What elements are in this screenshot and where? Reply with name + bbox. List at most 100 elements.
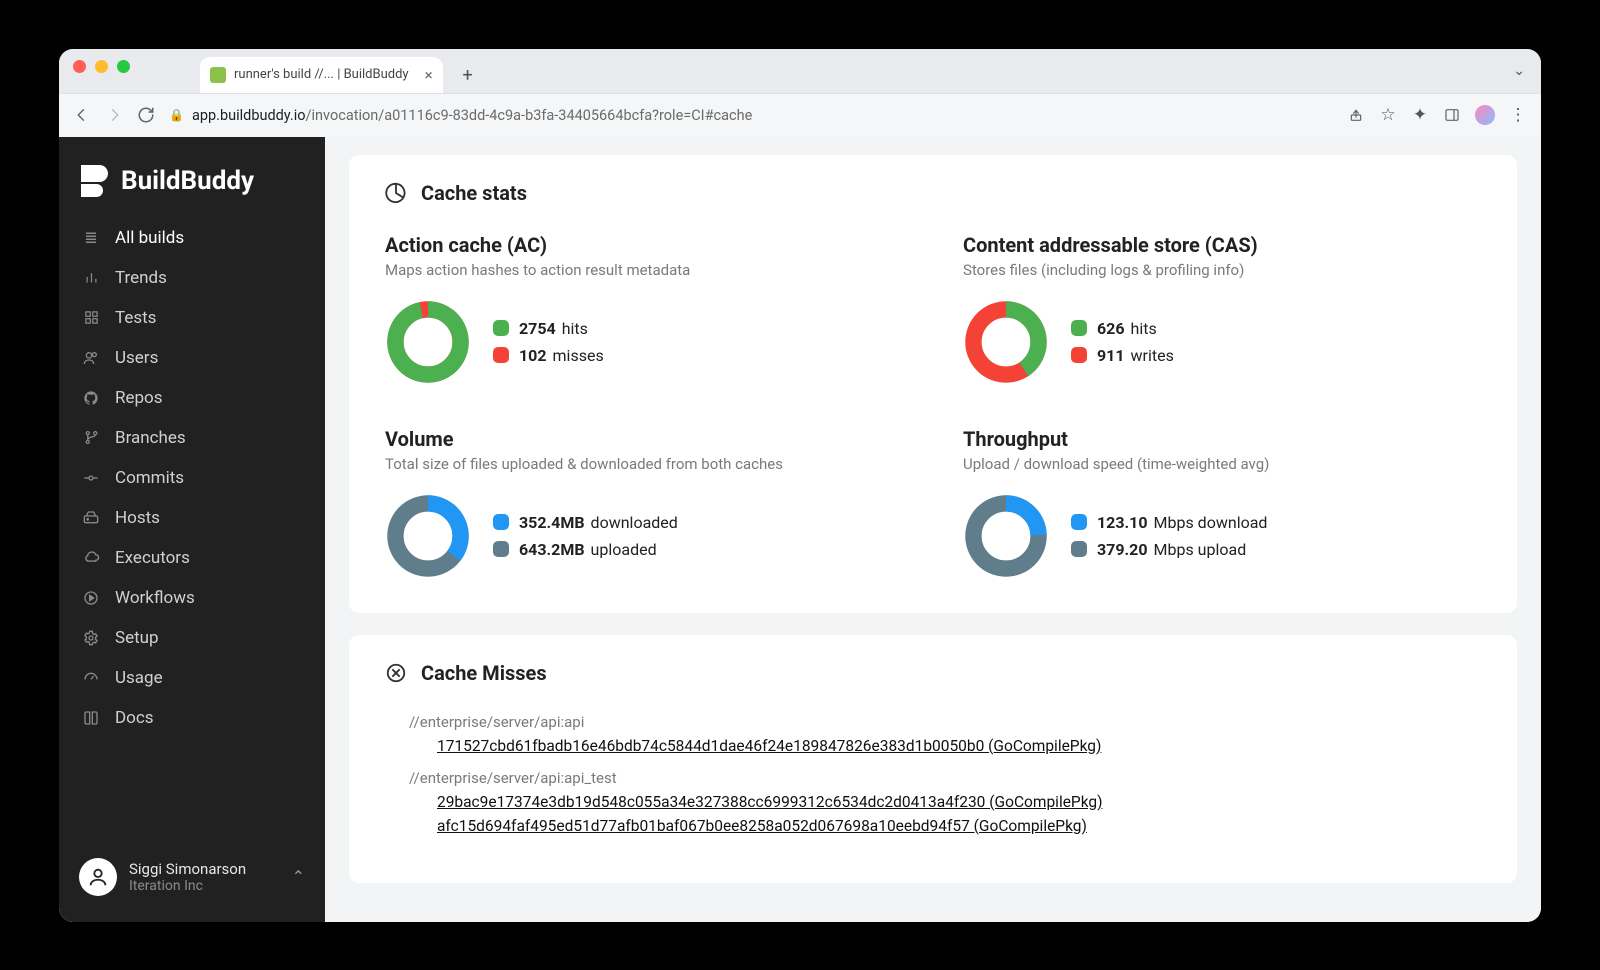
miss-group: //enterprise/server/api:api 171527cbd61f… (385, 713, 1481, 755)
browser-tab[interactable]: runner's build //... | BuildBuddy × (200, 57, 443, 93)
user-avatar-icon (79, 858, 117, 896)
hard-drive-icon (81, 510, 101, 526)
user-name: Siggi Simonarson (129, 860, 246, 878)
stat-volume: Volume Total size of files uploaded & do… (385, 427, 903, 579)
browser-toolbar: 🔒 app.buildbuddy.io/invocation/a01116c9-… (59, 93, 1541, 137)
sidebar-item-executors[interactable]: Executors (67, 539, 317, 577)
cache-miss-link[interactable]: 171527cbd61fbadb16e46bdb74c5844d1dae46f2… (437, 737, 1481, 755)
swatch-icon (493, 347, 509, 363)
reload-button[interactable] (137, 106, 155, 124)
legend-uploaded: 643.2MB uploaded (493, 540, 678, 559)
legend-hits: 626 hits (1071, 319, 1174, 338)
legend-download: 123.10 Mbps download (1071, 513, 1267, 532)
brand-logo[interactable]: BuildBuddy (59, 151, 325, 219)
forward-button[interactable] (105, 106, 123, 124)
miss-target-path: //enterprise/server/api:api_test (409, 769, 1481, 787)
stat-subtitle: Total size of files uploaded & downloade… (385, 455, 903, 473)
url-bar[interactable]: 🔒 app.buildbuddy.io/invocation/a01116c9-… (169, 107, 1333, 124)
book-icon (81, 710, 101, 726)
legend-writes: 911 writes (1071, 346, 1174, 365)
stat-title: Volume (385, 427, 903, 451)
commit-icon (81, 470, 101, 486)
sidebar-item-users[interactable]: Users (67, 339, 317, 377)
sidebar-item-label: Docs (115, 708, 154, 728)
new-tab-button[interactable]: + (453, 61, 483, 91)
side-panel-icon[interactable] (1443, 106, 1461, 124)
sidebar-item-tests[interactable]: Tests (67, 299, 317, 337)
sidebar-item-setup[interactable]: Setup (67, 619, 317, 657)
donut-chart (385, 299, 471, 385)
app: BuildBuddy ≣ All builds Trends Tests User… (59, 137, 1541, 922)
maximize-window-button[interactable] (117, 60, 130, 73)
cloud-icon (81, 549, 101, 566)
sidebar-item-workflows[interactable]: Workflows (67, 579, 317, 617)
users-icon (81, 350, 101, 366)
extensions-icon[interactable]: ✦ (1411, 106, 1429, 124)
sidebar-item-label: All builds (115, 228, 184, 248)
close-window-button[interactable] (73, 60, 86, 73)
tab-strip: runner's build //... | BuildBuddy × + ⌄ (59, 49, 1541, 93)
sidebar-item-commits[interactable]: Commits (67, 459, 317, 497)
sidebar: BuildBuddy ≣ All builds Trends Tests User… (59, 137, 325, 922)
stat-subtitle: Maps action hashes to action result meta… (385, 261, 903, 279)
grid-icon (81, 310, 101, 325)
stat-action-cache: Action cache (AC) Maps action hashes to … (385, 233, 903, 385)
sidebar-item-label: Repos (115, 388, 163, 408)
stat-cas: Content addressable store (CAS) Stores f… (963, 233, 1481, 385)
url-path: /invocation/a01116c9-83dd-4c9a-b3fa-3440… (306, 107, 753, 124)
legend-misses: 102 misses (493, 346, 604, 365)
share-icon[interactable] (1347, 106, 1365, 124)
sidebar-item-trends[interactable]: Trends (67, 259, 317, 297)
swatch-icon (1071, 514, 1087, 530)
branch-icon (81, 430, 101, 445)
cache-stats-card: Cache stats Action cache (AC) Maps actio… (349, 155, 1517, 613)
kebab-menu-icon[interactable]: ⋮ (1509, 106, 1527, 124)
stat-throughput: Throughput Upload / download speed (time… (963, 427, 1481, 579)
swatch-icon (493, 541, 509, 557)
donut-chart (385, 493, 471, 579)
cache-miss-link[interactable]: afc15d694faf495ed51d77afb01baf067b0ee825… (437, 817, 1481, 835)
sidebar-item-label: Hosts (115, 508, 160, 528)
sidebar-item-repos[interactable]: Repos (67, 379, 317, 417)
card-title: Cache Misses (421, 661, 547, 685)
stat-title: Action cache (AC) (385, 233, 903, 257)
card-title: Cache stats (421, 181, 527, 205)
sidebar-item-usage[interactable]: Usage (67, 659, 317, 697)
sidebar-item-all-builds[interactable]: ≣ All builds (67, 219, 317, 257)
bar-chart-icon (81, 270, 101, 285)
sidebar-item-label: Branches (115, 428, 186, 448)
bookmark-icon[interactable]: ☆ (1379, 106, 1397, 124)
sidebar-item-docs[interactable]: Docs (67, 699, 317, 737)
url-host: app.buildbuddy.io (192, 107, 306, 124)
stat-subtitle: Stores files (including logs & profiling… (963, 261, 1481, 279)
favicon-icon (210, 67, 226, 83)
minimize-window-button[interactable] (95, 60, 108, 73)
sidebar-item-label: Workflows (115, 588, 195, 608)
sidebar-item-hosts[interactable]: Hosts (67, 499, 317, 537)
brand-text: BuildBuddy (121, 166, 254, 196)
miss-group: //enterprise/server/api:api_test 29bac9e… (385, 769, 1481, 835)
gauge-icon (81, 670, 101, 686)
cache-misses-card: Cache Misses //enterprise/server/api:api… (349, 635, 1517, 883)
x-circle-icon (385, 662, 407, 684)
list-icon: ≣ (81, 228, 101, 247)
swatch-icon (493, 514, 509, 530)
tab-close-icon[interactable]: × (425, 66, 433, 84)
sidebar-item-label: Users (115, 348, 158, 368)
profile-avatar-icon[interactable] (1475, 105, 1495, 125)
sidebar-item-label: Setup (115, 628, 159, 648)
sidebar-item-label: Executors (115, 548, 190, 568)
github-icon (81, 390, 101, 406)
play-circle-icon (81, 590, 101, 606)
stat-subtitle: Upload / download speed (time-weighted a… (963, 455, 1481, 473)
back-button[interactable] (73, 106, 91, 124)
sidebar-user[interactable]: Siggi Simonarson Iteration Inc ⌃ (59, 842, 325, 912)
cache-miss-link[interactable]: 29bac9e17374e3db19d548c055a34e327388cc69… (437, 793, 1481, 811)
sidebar-item-label: Tests (115, 308, 156, 328)
brand-mark-icon (81, 165, 109, 197)
donut-chart (963, 493, 1049, 579)
swatch-icon (1071, 347, 1087, 363)
main-content: Cache stats Action cache (AC) Maps actio… (325, 137, 1541, 922)
tab-list-dropdown-icon[interactable]: ⌄ (1513, 63, 1525, 79)
sidebar-item-branches[interactable]: Branches (67, 419, 317, 457)
